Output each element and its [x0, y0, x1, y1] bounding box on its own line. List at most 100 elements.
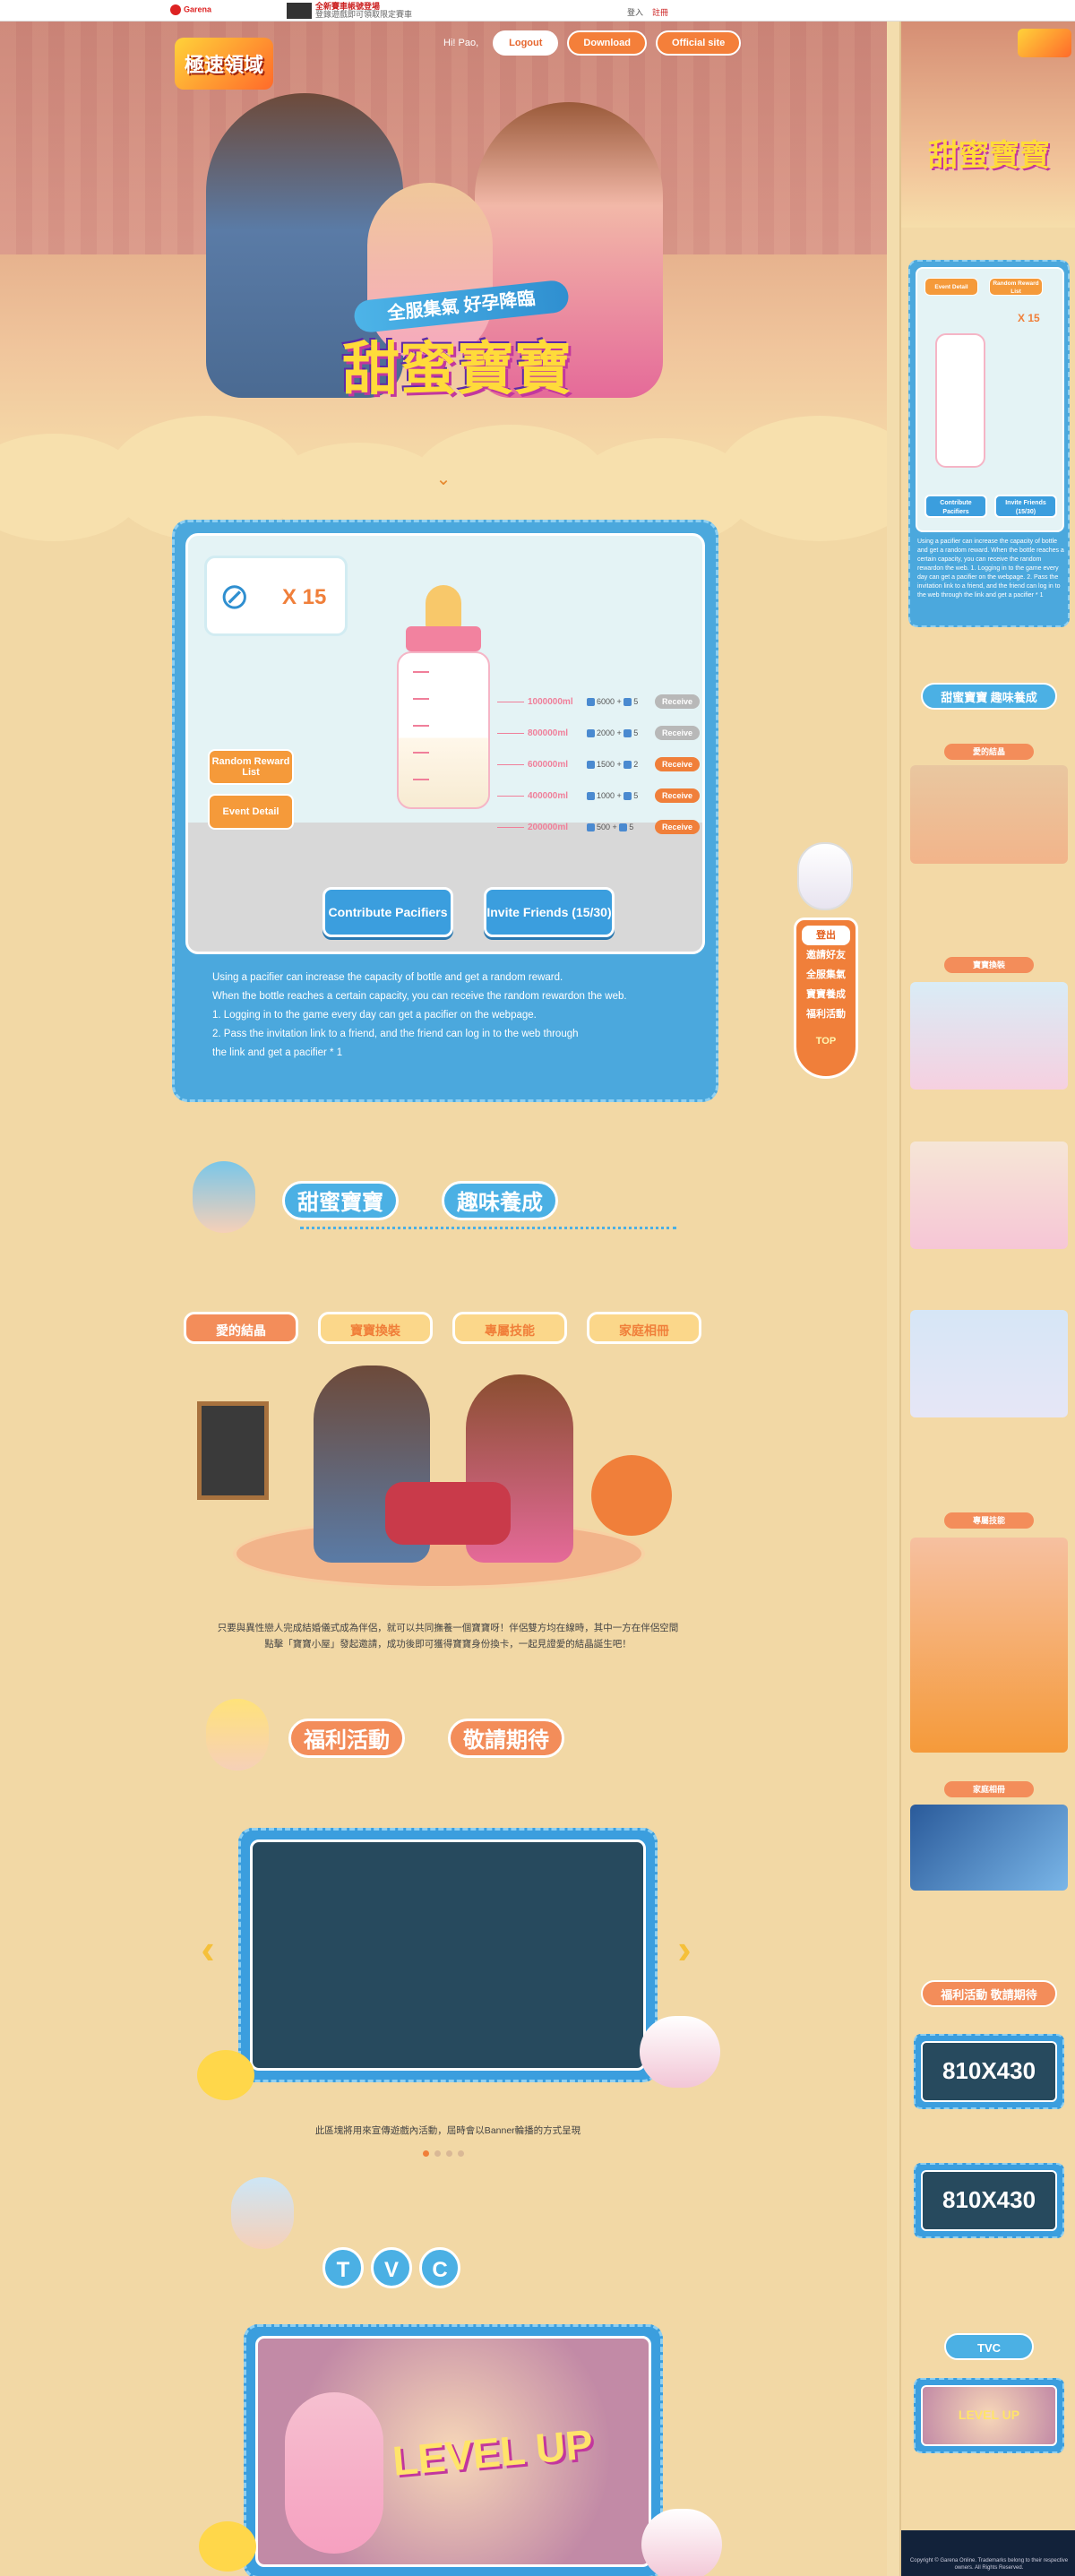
level-reward: 6000 + 5: [587, 697, 655, 707]
tab-dressup[interactable]: 寶寶換裝: [318, 1312, 433, 1344]
random-reward-list-button[interactable]: Random Reward List: [208, 749, 294, 785]
mobile-section-title-a: 甜蜜寶寶 趣味養成: [921, 683, 1057, 710]
mobile-family-scene: [910, 765, 1068, 864]
login-link[interactable]: 登入: [627, 6, 643, 18]
section-title-baby: 甜蜜寶寶 趣味養成: [193, 1161, 694, 1233]
section-title-a: 甜蜜寶寶: [282, 1181, 399, 1220]
garena-logo[interactable]: Garena: [170, 4, 211, 15]
mobile-tvc-title: TVC: [944, 2333, 1034, 2360]
section3-title-b: 敬請期待: [448, 1719, 564, 1758]
receive-button[interactable]: Receive: [655, 788, 700, 803]
back-to-top-button[interactable]: TOP: [796, 1031, 856, 1051]
tvc-chibi: [231, 2177, 312, 2249]
chevron-down-icon[interactable]: ⌄: [430, 468, 457, 489]
pacifier-icon: ⊘: [219, 577, 250, 616]
pony-mascot-2: [641, 2509, 722, 2576]
side-menu-logout[interactable]: 登出: [802, 926, 850, 945]
level-row: 200000ml 500 + 5 Receive: [497, 818, 702, 836]
welfare-banner-screen[interactable]: [250, 1839, 646, 2071]
event-detail-button[interactable]: Event Detail: [208, 794, 294, 830]
diamond-icon: [587, 729, 595, 738]
mobile-invite-button[interactable]: Invite Friends (15/30): [994, 495, 1057, 518]
invite-friends-button[interactable]: Invite Friends (15/30): [484, 887, 615, 937]
tvc-letter: C: [419, 2247, 460, 2288]
chibi-chick-icon: [206, 1699, 269, 1770]
mobile-tvc-player[interactable]: LEVEL UP: [914, 2378, 1064, 2453]
item-icon: [624, 761, 632, 770]
tab-love[interactable]: 愛的結晶: [184, 1312, 298, 1344]
pacifier-counter: ⊘ X 15: [204, 556, 348, 636]
receive-button[interactable]: Receive: [655, 726, 700, 740]
mobile-event-panel: Event Detail Random Reward List X 15 Con…: [908, 260, 1070, 627]
level-ml: 1000000ml: [528, 696, 573, 707]
side-menu-baby[interactable]: 寶寶養成: [796, 985, 856, 1004]
level-reward: 1000 + 5: [587, 791, 655, 801]
promo-banner[interactable]: 全新賽車帳號登場 登錄遊戲即可領取限定賽車: [287, 3, 412, 19]
mobile-event-detail-button[interactable]: Event Detail: [924, 278, 978, 296]
carousel-next-arrow[interactable]: ›: [668, 1928, 701, 1969]
top-bar: Garena 全新賽車帳號登場 登錄遊戲即可領取限定賽車 登入 註冊: [0, 0, 1075, 22]
promo-thumbnail: [287, 3, 312, 19]
mobile-dressup-3: [910, 1310, 1068, 1417]
mobile-random-reward-button[interactable]: Random Reward List: [989, 278, 1043, 296]
item-icon: [619, 823, 628, 832]
mobile-footer: Copyright © Garena Online. Trademarks be…: [901, 2530, 1075, 2576]
pony-mascot: [640, 2016, 720, 2088]
mobile-banner-1[interactable]: 810X430: [914, 2034, 1064, 2109]
logout-button[interactable]: Logout: [493, 30, 559, 56]
receive-button[interactable]: Receive: [655, 694, 700, 709]
mobile-album-photo[interactable]: [910, 1805, 1068, 1891]
side-menu-welfare[interactable]: 福利活動: [796, 1004, 856, 1024]
receive-button[interactable]: Receive: [655, 757, 700, 771]
diamond-icon: [587, 761, 595, 770]
mobile-banner-2[interactable]: 810X430: [914, 2163, 1064, 2238]
carousel-dot[interactable]: [434, 2150, 441, 2157]
carousel-dot[interactable]: [446, 2150, 452, 2157]
carousel-dots: [423, 2150, 464, 2157]
side-menu-gather[interactable]: 全服集氣: [796, 965, 856, 985]
receive-button[interactable]: Receive: [655, 820, 700, 834]
contribute-pacifiers-button[interactable]: Contribute Pacifiers: [322, 887, 453, 937]
mobile-pacifier-count: X 15: [1018, 312, 1040, 324]
user-greeting: Hi! Pao,: [443, 38, 479, 48]
menu-mascot: [797, 842, 853, 910]
side-menu-invite[interactable]: 邀請好友: [796, 945, 856, 965]
tvc-letter: T: [322, 2247, 364, 2288]
level-row: 1000000ml 6000 + 5 Receive: [497, 693, 702, 711]
mobile-section-title-b: 福利活動 敬請期待: [921, 1980, 1057, 2007]
chick-mascot-2: [199, 2521, 256, 2572]
carousel-prev-arrow[interactable]: ‹: [192, 1928, 224, 1969]
level-reward: 2000 + 5: [587, 728, 655, 738]
baby-tabs: 愛的結晶 寶寶換裝 專屬技能 家庭相冊: [184, 1312, 701, 1344]
mobile-contribute-button[interactable]: Contribute Pacifiers: [924, 495, 987, 518]
pig-costume-character: [285, 2392, 383, 2554]
mobile-skills: [910, 1538, 1068, 1753]
side-menu: 登出 邀請好友 全服集氣 寶寶養成 福利活動 TOP: [794, 918, 858, 1079]
section-title-welfare: 福利活動 敬請期待: [206, 1699, 690, 1770]
level-row: 400000ml 1000 + 5 Receive: [497, 787, 702, 805]
carousel-dot[interactable]: [423, 2150, 429, 2157]
dotted-wave: [300, 1224, 676, 1229]
promo-subtitle: 登錄遊戲即可領取限定賽車: [315, 10, 413, 19]
download-button[interactable]: Download: [567, 30, 647, 56]
carousel-dot[interactable]: [458, 2150, 464, 2157]
tvc-video-player[interactable]: LEVEL UP: [255, 2336, 651, 2567]
level-row: 800000ml 2000 + 5 Receive: [497, 724, 702, 742]
official-site-button[interactable]: Official site: [655, 30, 742, 56]
mobile-game-logo[interactable]: [1018, 29, 1071, 57]
diamond-icon: [587, 792, 595, 801]
tab-album[interactable]: 家庭相冊: [587, 1312, 701, 1344]
diamond-icon: [587, 823, 595, 832]
level-reward: 1500 + 2: [587, 760, 655, 770]
level-ml: 200000ml: [528, 822, 569, 832]
register-link[interactable]: 註冊: [652, 6, 668, 18]
mobile-dressup-2: [910, 1142, 1068, 1249]
mobile-sub-dress: 寶寶換裝: [944, 957, 1034, 973]
mobile-sub-love: 愛的結晶: [944, 744, 1034, 760]
tvc-title: T V C: [322, 2247, 460, 2288]
tab-skills[interactable]: 專屬技能: [452, 1312, 567, 1344]
event-action-buttons: Contribute Pacifiers Invite Friends (15/…: [322, 887, 615, 937]
mobile-bottle: [935, 333, 985, 468]
tvc-letter: V: [371, 2247, 412, 2288]
main-page: 極速領域 Hi! Pao, Logout Download Official s…: [0, 22, 887, 2576]
